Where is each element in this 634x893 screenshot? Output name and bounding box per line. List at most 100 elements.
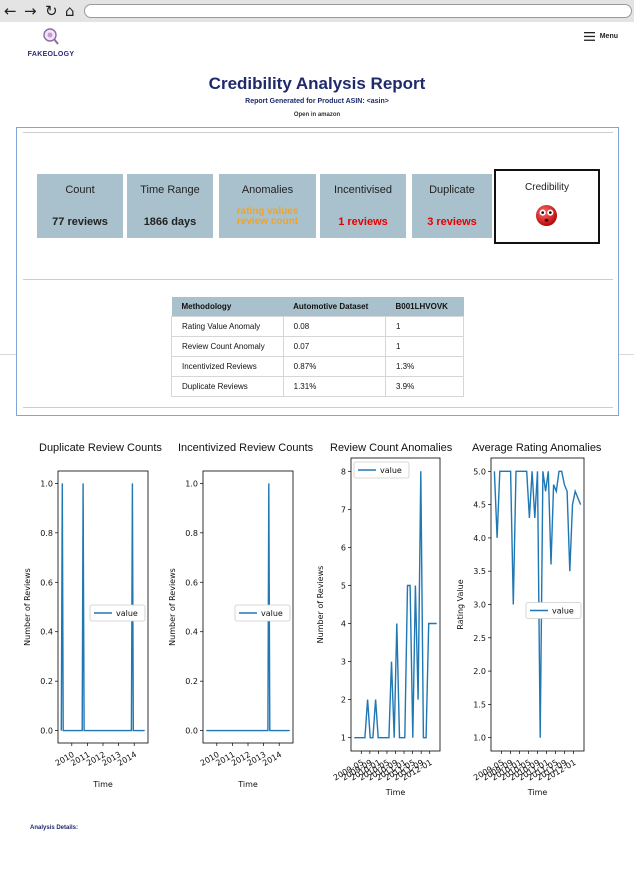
- magnifier-logo-icon: [43, 28, 59, 45]
- y-tick-label: 1: [341, 734, 346, 743]
- address-bar[interactable]: [84, 4, 632, 18]
- back-arrow-icon[interactable]: ←: [4, 1, 17, 21]
- y-tick-label: 1.0: [473, 734, 486, 743]
- y-tick-label: 3.0: [473, 601, 486, 610]
- divider: [23, 407, 613, 408]
- y-tick-label: 3: [341, 658, 346, 667]
- y-tick-label: 5.0: [473, 467, 486, 476]
- table-body: Rating Value Anomaly 0.08 1 Review Count An…: [171, 316, 464, 397]
- legend-label: value: [552, 607, 574, 616]
- table-cell: 1: [385, 316, 464, 337]
- table-header-cell: Automotive Dataset: [283, 297, 386, 317]
- table-cell: 0.08: [282, 316, 387, 337]
- table-header-cell: Methodology: [171, 297, 284, 317]
- rating-chart-title: Average Rating Anomalies: [472, 442, 602, 454]
- y-axis-label: Number of Reviews: [23, 568, 32, 646]
- table-cell: 1.3%: [385, 356, 464, 377]
- methodology-table: Methodology Automotive Dataset B001LHVOVK …: [171, 297, 464, 397]
- anomalies-label: Anomalies: [241, 184, 294, 196]
- legend-label: value: [116, 609, 138, 618]
- y-tick-label: 1.0: [185, 479, 198, 488]
- y-tick-label: 2.5: [473, 634, 486, 643]
- duplicate-chart-title: Duplicate Review Counts: [39, 442, 162, 454]
- table-row: Rating Value Anomaly 0.08 1: [171, 316, 464, 337]
- report-subtitle: Report Generated for Product ASIN: <asin…: [245, 98, 389, 105]
- incentivized-chart-title: Incentivized Review Counts: [178, 442, 314, 454]
- page-title: Credibility Analysis Report: [208, 74, 426, 93]
- x-axis-label: Time: [92, 780, 113, 789]
- anomalies-values: rating values review count: [219, 207, 316, 227]
- red-face-icon: [535, 204, 558, 227]
- y-tick-label: 1.5: [473, 700, 486, 709]
- count-card: Count 77 reviews: [37, 174, 123, 238]
- table-row: Review Count Anomaly 0.07 1: [171, 336, 464, 357]
- table-cell: 1: [385, 336, 464, 357]
- incentivised-value: 1 reviews: [338, 216, 388, 228]
- y-tick-label: 0.0: [185, 727, 198, 736]
- table-cell: Incentivized Reviews: [171, 356, 284, 377]
- y-tick-label: 0.2: [40, 677, 53, 686]
- table-cell: 1.31%: [282, 376, 387, 397]
- open-in-amazon-link[interactable]: Open in amazon: [0, 112, 634, 118]
- time-range-value: 1866 days: [143, 216, 197, 228]
- table-header-cell: B001LHVOVK: [385, 297, 464, 317]
- hamburger-icon: [583, 32, 595, 41]
- browser-toolbar: ← → ↻ ⌂: [0, 0, 634, 23]
- y-tick-label: 4.0: [473, 534, 486, 543]
- y-tick-label: 0.6: [185, 578, 198, 587]
- x-axis-label: Time: [527, 788, 548, 797]
- incentivised-card: Incentivised 1 reviews: [320, 174, 406, 238]
- y-tick-label: 2.0: [473, 667, 486, 676]
- menu-button[interactable]: Menu: [583, 32, 618, 41]
- legend-label: value: [261, 609, 283, 618]
- duplicate-value: 3 reviews: [427, 216, 477, 228]
- y-tick-label: 2: [341, 696, 346, 705]
- y-tick-label: 1.0: [40, 479, 53, 488]
- forward-arrow-icon[interactable]: →: [24, 1, 37, 21]
- duplicate-label: Duplicate: [429, 184, 475, 196]
- divider: [23, 132, 613, 133]
- y-tick-label: 0.8: [185, 529, 198, 538]
- y-tick-label: 6: [341, 543, 346, 552]
- table-cell: Duplicate Reviews: [171, 376, 284, 397]
- analysis-details-label: Analysis Details:: [30, 825, 79, 831]
- time-range-label: Time Range: [140, 184, 200, 196]
- y-tick-label: 0.8: [40, 529, 53, 538]
- y-tick-label: 8: [341, 467, 346, 476]
- series-line: [354, 471, 437, 739]
- table-cell: Review Count Anomaly: [171, 336, 284, 357]
- legend-label: value: [380, 466, 402, 475]
- review-count-chart-title: Review Count Anomalies: [330, 442, 453, 454]
- y-tick-label: 0.4: [40, 628, 53, 637]
- credibility-label: Credibility: [525, 182, 569, 193]
- y-tick-label: 0.4: [185, 628, 198, 637]
- y-axis-label: Number of Reviews: [168, 568, 177, 646]
- logo-text: FAKEOLOGY: [27, 51, 75, 58]
- y-tick-label: 4.5: [473, 501, 486, 510]
- credibility-card: Credibility: [494, 169, 600, 244]
- y-tick-label: 7: [341, 505, 346, 514]
- count-value: 77 reviews: [52, 216, 108, 228]
- time-range-card: Time Range 1866 days: [127, 174, 213, 238]
- x-axis-label: Time: [385, 788, 406, 797]
- menu-label: Menu: [599, 33, 618, 40]
- table-row: Duplicate Reviews 1.31% 3.9%: [171, 376, 464, 397]
- reload-icon[interactable]: ↻: [45, 1, 58, 21]
- y-tick-label: 0.0: [40, 727, 53, 736]
- table-header-row: Methodology Automotive Dataset B001LHVOVK: [171, 297, 464, 317]
- table-cell: 0.87%: [282, 356, 387, 377]
- anomaly-review-count: review count: [236, 216, 299, 227]
- divider: [23, 279, 613, 280]
- count-label: Count: [65, 184, 95, 196]
- y-tick-label: 0.2: [185, 677, 198, 686]
- home-icon[interactable]: ⌂: [65, 1, 75, 21]
- incentivised-label: Incentivised: [333, 184, 393, 196]
- table-cell: Rating Value Anomaly: [171, 316, 284, 337]
- y-tick-label: 3.5: [473, 567, 486, 576]
- summary-panel: Count 77 reviews Time Range 1866 days An…: [16, 127, 619, 416]
- y-axis-label: Rating Value: [456, 579, 465, 629]
- y-tick-label: 0.6: [40, 578, 53, 587]
- charts-area: 0.00.20.40.60.81.020102011201220132014Ti…: [23, 457, 585, 797]
- site-logo[interactable]: FAKEOLOGY: [26, 28, 76, 58]
- table-cell: 0.07: [282, 336, 387, 357]
